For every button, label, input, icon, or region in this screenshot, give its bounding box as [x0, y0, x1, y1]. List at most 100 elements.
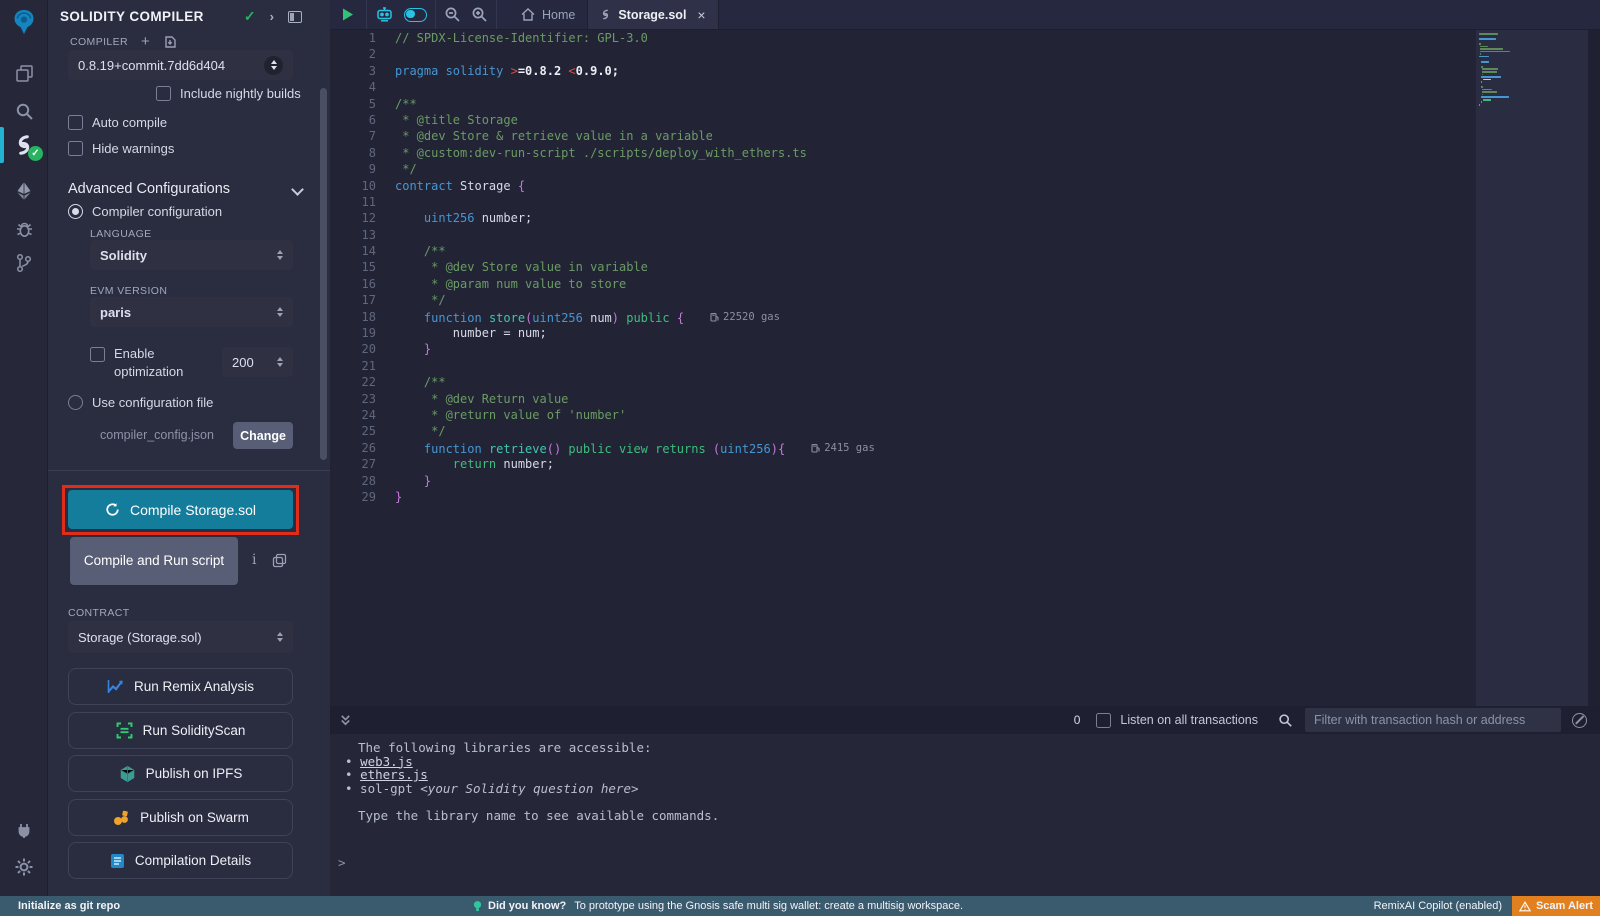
code-line[interactable]: 18 function store(uint256 num) public {2… [330, 309, 1476, 325]
contract-select[interactable]: Storage (Storage.sol) [68, 621, 293, 653]
use-configuration-file-radio[interactable] [68, 395, 83, 410]
terminal-line: • sol-gpt <your Solidity question here> [345, 782, 719, 796]
action-compilation-details[interactable]: Compilation Details [68, 842, 293, 879]
code-line[interactable]: 14 /** [330, 243, 1476, 259]
action-run-solidityscan[interactable]: Run SolidityScan [68, 712, 293, 749]
tip-label: Did you know? [488, 896, 566, 916]
pin-panel-icon[interactable] [288, 11, 302, 23]
config-file-name: compiler_config.json [100, 428, 214, 442]
search-icon[interactable] [0, 94, 48, 128]
tab-storage-sol[interactable]: Storage.sol × [587, 0, 718, 29]
code-line[interactable]: 25 */ [330, 423, 1476, 439]
zoom-out-icon[interactable] [444, 6, 461, 23]
code-line[interactable]: 11 [330, 194, 1476, 210]
swarm-icon [112, 810, 130, 826]
code-line[interactable]: 3pragma solidity >=0.8.2 <0.9.0; [330, 63, 1476, 79]
panel-scrollbar[interactable] [320, 88, 327, 460]
init-git-repo-button[interactable]: Initialize as git repo [18, 896, 120, 916]
chevron-right-icon[interactable]: › [270, 9, 274, 24]
stepper-icon [277, 307, 283, 318]
evm-version-label: EVM VERSION [90, 285, 167, 297]
code-line[interactable]: 2 [330, 46, 1476, 62]
tab-home[interactable]: Home [509, 0, 587, 29]
import-compiler-icon[interactable] [163, 35, 177, 49]
evm-version-select[interactable]: paris [90, 297, 293, 327]
git-icon[interactable] [0, 246, 48, 280]
code-line[interactable]: 24 * @return value of 'number' [330, 407, 1476, 423]
copy-icon[interactable] [272, 553, 287, 568]
action-run-remix-analysis[interactable]: Run Remix Analysis [68, 668, 293, 705]
code-line[interactable]: 23 * @dev Return value [330, 391, 1476, 407]
copilot-toggle[interactable] [404, 8, 427, 22]
scam-alert-button[interactable]: Scam Alert [1512, 896, 1600, 916]
ai-copilot-robot-icon[interactable] [375, 6, 394, 23]
code-line[interactable]: 10contract Storage { [330, 178, 1476, 194]
code-line[interactable]: 19 number = num; [330, 325, 1476, 341]
library-link[interactable]: ethers.js [360, 767, 428, 782]
optimization-runs-input[interactable]: 200 [222, 347, 293, 377]
expand-terminal-icon[interactable] [339, 714, 352, 727]
nightly-builds-checkbox[interactable] [156, 86, 171, 101]
line-number: 9 [330, 161, 376, 177]
advanced-configurations-toggle[interactable]: Advanced Configurations [68, 181, 302, 197]
file-explorer-icon[interactable] [0, 56, 48, 90]
did-you-know-tip: Did you know? To prototype using the Gno… [473, 896, 963, 916]
line-content: * @return value of 'number' [376, 407, 626, 423]
plugin-manager-icon[interactable] [0, 813, 48, 847]
code-line[interactable]: 27 return number; [330, 456, 1476, 472]
code-line[interactable]: 8 * @custom:dev-run-script ./scripts/dep… [330, 145, 1476, 161]
zoom-in-icon[interactable] [471, 6, 488, 23]
run-script-play-icon[interactable] [341, 7, 355, 22]
code-line[interactable]: 29} [330, 489, 1476, 505]
action-publish-on-swarm[interactable]: Publish on Swarm [68, 799, 293, 836]
line-number: 19 [330, 325, 376, 341]
code-line[interactable]: 13 [330, 227, 1476, 243]
line-content: } [376, 341, 431, 357]
code-line[interactable]: 7 * @dev Store & retrieve value in a var… [330, 128, 1476, 144]
action-publish-on-ipfs[interactable]: Publish on IPFS [68, 755, 293, 792]
code-line[interactable]: 5/** [330, 96, 1476, 112]
settings-gear-icon[interactable] [0, 850, 48, 884]
line-content: /** [376, 96, 417, 112]
code-line[interactable]: 16 * @param num value to store [330, 276, 1476, 292]
add-compiler-icon[interactable]: + [141, 33, 150, 50]
deploy-run-icon[interactable] [0, 174, 48, 208]
auto-compile-label: Auto compile [92, 115, 167, 130]
info-icon[interactable]: i [252, 552, 256, 568]
remix-logo-icon[interactable] [0, 4, 48, 40]
compiler-configuration-radio[interactable] [68, 204, 83, 219]
code-line[interactable]: 28 } [330, 473, 1476, 489]
enable-optimization-checkbox[interactable] [90, 347, 105, 362]
code-line[interactable]: 4 [330, 79, 1476, 95]
minimap-strip[interactable] [1476, 30, 1588, 706]
scan-icon [116, 722, 133, 739]
hide-warnings-checkbox[interactable] [68, 141, 83, 156]
listen-transactions-checkbox[interactable] [1096, 713, 1111, 728]
clear-console-icon[interactable] [1572, 713, 1587, 728]
code-line[interactable]: 15 * @dev Store value in variable [330, 259, 1476, 275]
change-config-button[interactable]: Change [233, 422, 293, 449]
code-line[interactable]: 21 [330, 358, 1476, 374]
compile-button[interactable]: Compile Storage.sol [68, 490, 293, 529]
compiler-version-select[interactable]: 0.8.19+commit.7dd6d404 [68, 50, 293, 80]
code-line[interactable]: 22 /** [330, 374, 1476, 390]
solidity-compiler-icon[interactable]: ✓ [0, 128, 48, 162]
transaction-filter-input[interactable] [1305, 708, 1561, 732]
compile-and-run-button[interactable]: Compile and Run script [70, 537, 238, 585]
terminal-search-icon[interactable] [1278, 713, 1293, 728]
code-line[interactable]: 20 } [330, 341, 1476, 357]
close-tab-icon[interactable]: × [697, 7, 705, 23]
terminal-prompt[interactable]: > [338, 855, 346, 870]
code-line[interactable]: 1// SPDX-License-Identifier: GPL-3.0 [330, 30, 1476, 46]
code-line[interactable]: 17 */ [330, 292, 1476, 308]
code-line[interactable]: 26 function retrieve() public view retur… [330, 440, 1476, 456]
code-editor[interactable]: 1// SPDX-License-Identifier: GPL-3.023pr… [330, 30, 1476, 706]
code-line[interactable]: 9 */ [330, 161, 1476, 177]
code-line[interactable]: 6 * @title Storage [330, 112, 1476, 128]
line-content: uint256 number; [376, 210, 532, 226]
code-line[interactable]: 12 uint256 number; [330, 210, 1476, 226]
language-label: LANGUAGE [90, 228, 152, 240]
auto-compile-checkbox[interactable] [68, 115, 83, 130]
debugger-icon[interactable] [0, 212, 48, 246]
language-select[interactable]: Solidity [90, 240, 293, 270]
